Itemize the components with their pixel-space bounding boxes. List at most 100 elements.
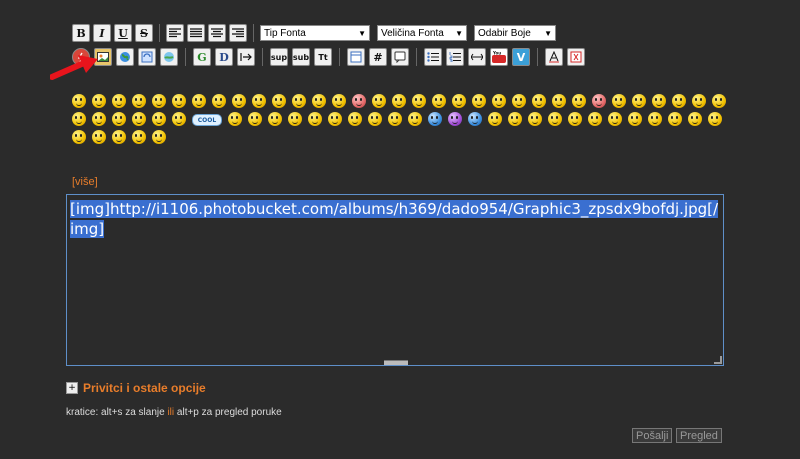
font-color-select[interactable]: Odabir Boje ▼	[474, 25, 556, 41]
smiley-icon[interactable]	[712, 94, 726, 108]
smiley-icon[interactable]	[472, 94, 486, 108]
smiley-icon[interactable]	[92, 94, 106, 108]
smiley-icon[interactable]	[72, 112, 86, 126]
smiley-icon[interactable]	[592, 94, 606, 108]
preview-button[interactable]: Pregled	[676, 428, 722, 443]
smiley-icon[interactable]	[548, 112, 562, 126]
align-justify-icon[interactable]	[187, 24, 205, 42]
smiley-icon[interactable]	[652, 94, 666, 108]
align-left-icon[interactable]	[166, 24, 184, 42]
strike-button[interactable]: S	[135, 24, 153, 42]
smiley-icon[interactable]	[392, 94, 406, 108]
message-editor[interactable]: [img]http://i1106.photobucket.com/albums…	[66, 194, 724, 366]
smiley-icon[interactable]	[688, 112, 702, 126]
smiley-icon[interactable]	[612, 94, 626, 108]
smiley-icon[interactable]	[508, 112, 522, 126]
smiley-icon[interactable]	[632, 94, 646, 108]
smiley-icon[interactable]	[708, 112, 722, 126]
smiley-icon[interactable]	[448, 112, 462, 126]
world-image-icon[interactable]	[160, 48, 178, 66]
align-center-icon[interactable]	[208, 24, 226, 42]
smiley-icon[interactable]	[312, 94, 326, 108]
superscript-button[interactable]: sup	[270, 48, 288, 66]
smiley-icon[interactable]	[628, 112, 642, 126]
smiley-icon[interactable]	[528, 112, 542, 126]
smiley-icon[interactable]	[272, 94, 286, 108]
smiley-icon[interactable]	[588, 112, 602, 126]
smiley-icon[interactable]	[292, 94, 306, 108]
teletype-button[interactable]: Tt	[314, 48, 332, 66]
expand-plus-icon[interactable]: +	[66, 382, 78, 394]
resize-handle-icon[interactable]	[714, 356, 722, 364]
indent-arrow-icon[interactable]	[237, 48, 255, 66]
italic-button[interactable]: I	[93, 24, 111, 42]
smiley-icon[interactable]	[112, 94, 126, 108]
smiley-icon[interactable]	[92, 112, 106, 126]
smiley-icon[interactable]	[252, 94, 266, 108]
smiley-icon[interactable]	[452, 94, 466, 108]
hash-button[interactable]: #	[369, 48, 387, 66]
smiley-icon[interactable]	[692, 94, 706, 108]
google-icon[interactable]: G	[193, 48, 211, 66]
smiley-icon[interactable]	[132, 130, 146, 144]
smiley-icon[interactable]	[352, 94, 366, 108]
smiley-icon[interactable]	[132, 112, 146, 126]
smiley-icon[interactable]	[152, 94, 166, 108]
underline-button[interactable]: U	[114, 24, 132, 42]
table-icon[interactable]	[347, 48, 365, 66]
smiley-icon[interactable]	[368, 112, 382, 126]
bold-button[interactable]: B	[72, 24, 90, 42]
remove-format-icon[interactable]	[567, 48, 585, 66]
wiki-icon[interactable]: D	[215, 48, 233, 66]
refresh-link-icon[interactable]	[138, 48, 156, 66]
smiley-icon[interactable]	[172, 112, 186, 126]
smiley-icon[interactable]	[608, 112, 622, 126]
smiley-icon[interactable]	[468, 112, 482, 126]
smiley-icon[interactable]	[152, 112, 166, 126]
quote-icon[interactable]	[391, 48, 409, 66]
subscript-button[interactable]: sub	[292, 48, 310, 66]
smiley-icon[interactable]	[72, 94, 86, 108]
smiley-icon[interactable]	[568, 112, 582, 126]
smiley-icon[interactable]	[492, 94, 506, 108]
smiley-icon[interactable]	[92, 130, 106, 144]
smiley-icon[interactable]	[308, 112, 322, 126]
send-button[interactable]: Pošalji	[632, 428, 673, 443]
smiley-icon[interactable]	[532, 94, 546, 108]
smiley-icon[interactable]	[192, 94, 206, 108]
message-text[interactable]: [img]http://i1106.photobucket.com/albums…	[70, 199, 719, 239]
smiley-icon[interactable]	[332, 94, 346, 108]
horizontal-rule-icon[interactable]	[468, 48, 486, 66]
smiley-icon[interactable]	[152, 130, 166, 144]
smiley-icon[interactable]	[348, 112, 362, 126]
smiley-icon[interactable]	[172, 94, 186, 108]
smiley-icon[interactable]	[572, 94, 586, 108]
smiley-icon[interactable]	[672, 94, 686, 108]
smiley-icon[interactable]	[112, 112, 126, 126]
smiley-icon[interactable]	[112, 130, 126, 144]
smiley-icon[interactable]	[388, 112, 402, 126]
bullet-list-icon[interactable]	[424, 48, 442, 66]
cool-smiley-icon[interactable]: COOL	[192, 114, 222, 126]
smiley-icon[interactable]	[428, 112, 442, 126]
smiley-icon[interactable]	[328, 112, 342, 126]
smiley-icon[interactable]	[268, 112, 282, 126]
vimeo-icon[interactable]: V	[512, 48, 530, 66]
smiley-icon[interactable]	[248, 112, 262, 126]
font-type-select[interactable]: Tip Fonta ▼	[260, 25, 370, 41]
smiley-icon[interactable]	[372, 94, 386, 108]
font-size-select[interactable]: Veličina Fonta ▼	[377, 25, 467, 41]
smiley-icon[interactable]	[212, 94, 226, 108]
smiley-icon[interactable]	[432, 94, 446, 108]
smiley-icon[interactable]	[668, 112, 682, 126]
globe-link-icon[interactable]	[116, 48, 134, 66]
smiley-icon[interactable]	[512, 94, 526, 108]
smiley-icon[interactable]	[412, 94, 426, 108]
smiley-icon[interactable]	[552, 94, 566, 108]
attachments-link[interactable]: Privitci i ostale opcije	[83, 381, 206, 395]
smiley-icon[interactable]	[288, 112, 302, 126]
editor-resize-grip[interactable]	[384, 360, 408, 365]
smiley-icon[interactable]	[72, 130, 86, 144]
smiley-icon[interactable]	[648, 112, 662, 126]
smiley-icon[interactable]	[408, 112, 422, 126]
